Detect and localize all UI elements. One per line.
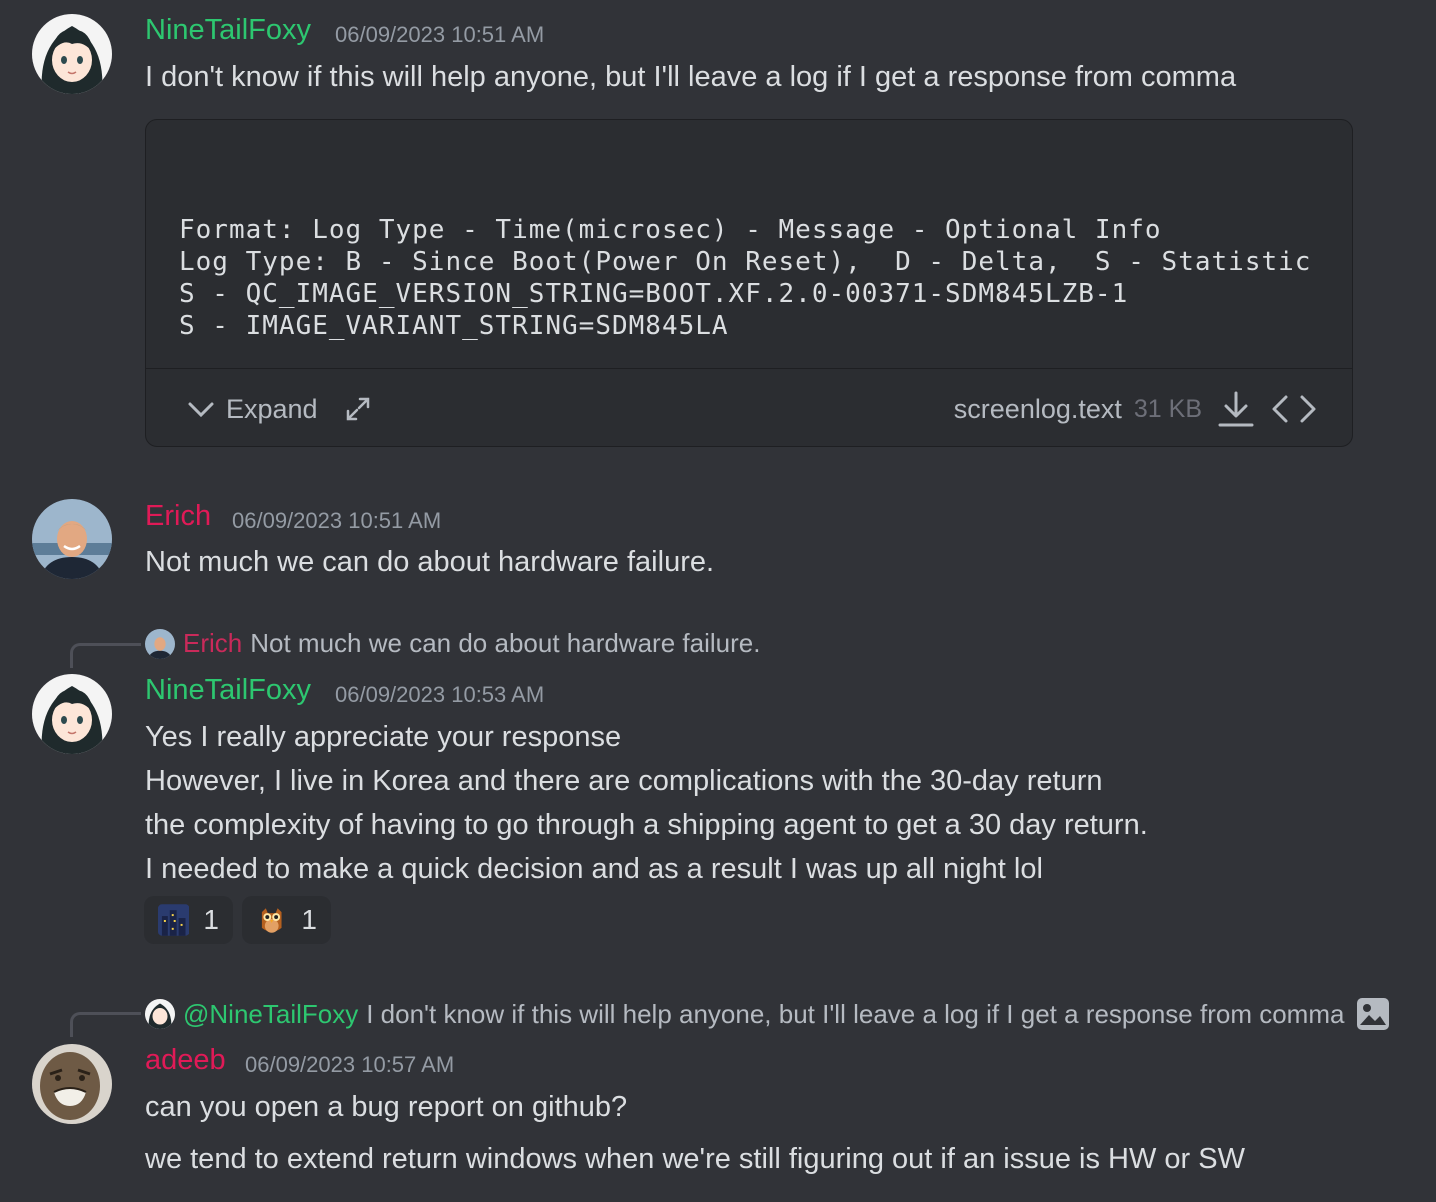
message-text: Not much we can do about hardware failur… <box>145 546 715 578</box>
anime-avatar-icon <box>145 999 175 1029</box>
reaction-count: 1 <box>301 904 317 935</box>
avatar-adeeb[interactable] <box>32 1044 112 1124</box>
reply-avatar <box>145 628 175 659</box>
author-name[interactable]: Erich <box>145 500 211 533</box>
photo-avatar-icon <box>32 499 112 579</box>
reaction-count: 1 <box>203 904 219 935</box>
reply-text[interactable]: Not much we can do about hardware failur… <box>250 628 760 659</box>
message-text: However, I live in Korea and there are c… <box>145 765 1103 797</box>
reply-text[interactable]: I don't know if this will help anyone, b… <box>366 999 1344 1030</box>
image-icon <box>1357 998 1390 1030</box>
reaction-night-city[interactable]: 1 <box>144 896 233 944</box>
reply-author[interactable]: Erich <box>183 628 242 659</box>
attachment-filesize: 31 KB <box>1133 394 1202 423</box>
owl-emoji <box>261 908 282 933</box>
author-name[interactable]: adeeb <box>145 1044 226 1077</box>
photo-avatar-icon <box>145 628 175 659</box>
reply-mention[interactable]: @NineTailFoxy <box>183 999 358 1030</box>
view-source-icon[interactable] <box>1270 387 1318 431</box>
reply-preview[interactable]: @NineTailFoxy I don't know if this will … <box>145 997 1390 1031</box>
message-text: we tend to extend return windows when we… <box>145 1143 1245 1175</box>
fullscreen-icon[interactable] <box>342 393 374 425</box>
file-attachment-preview: Format: Log Type - Time(microsec) - Mess… <box>145 119 1353 447</box>
sculpture-avatar-icon <box>32 1044 112 1124</box>
expand-button[interactable]: Expand <box>186 393 374 425</box>
reply-preview[interactable]: Erich Not much we can do about hardware … <box>145 628 760 659</box>
message-timestamp: 06/09/2023 10:57 AM <box>245 1052 455 1077</box>
message-timestamp: 06/09/2023 10:51 AM <box>232 508 442 533</box>
anime-avatar-icon <box>32 674 112 754</box>
message-text: the complexity of having to go through a… <box>145 809 1148 841</box>
download-icon[interactable] <box>1214 387 1258 431</box>
author-name[interactable]: NineTailFoxy <box>145 14 311 47</box>
expand-label: Expand <box>226 393 318 424</box>
message-text: can you open a bug report on github? <box>145 1091 628 1123</box>
reply-spine <box>70 643 141 668</box>
attachment-footer: Expand screenlog.text 31 KB <box>146 368 1352 446</box>
message-text: I needed to make a quick decision and as… <box>145 853 1043 885</box>
attachment-filename[interactable]: screenlog.text <box>954 394 1122 425</box>
night-city-emoji <box>158 904 190 936</box>
message-text: I don't know if this will help anyone, b… <box>145 61 1237 93</box>
avatar-ninetailfoxy[interactable] <box>32 14 112 94</box>
reply-spine <box>70 1012 141 1037</box>
reaction-owl[interactable]: 1 <box>242 896 331 944</box>
avatar-ninetailfoxy[interactable] <box>32 674 112 754</box>
anime-avatar-icon <box>32 14 112 94</box>
author-name[interactable]: NineTailFoxy <box>145 674 311 707</box>
message-text: Yes I really appreciate your response <box>145 721 622 753</box>
message-timestamp: 06/09/2023 10:53 AM <box>335 682 545 707</box>
reply-avatar <box>145 999 175 1029</box>
attachment-content: Format: Log Type - Time(microsec) - Mess… <box>179 215 1312 341</box>
message-timestamp: 06/09/2023 10:51 AM <box>335 22 545 47</box>
chevron-down-icon <box>188 402 214 418</box>
avatar-erich[interactable] <box>32 499 112 579</box>
